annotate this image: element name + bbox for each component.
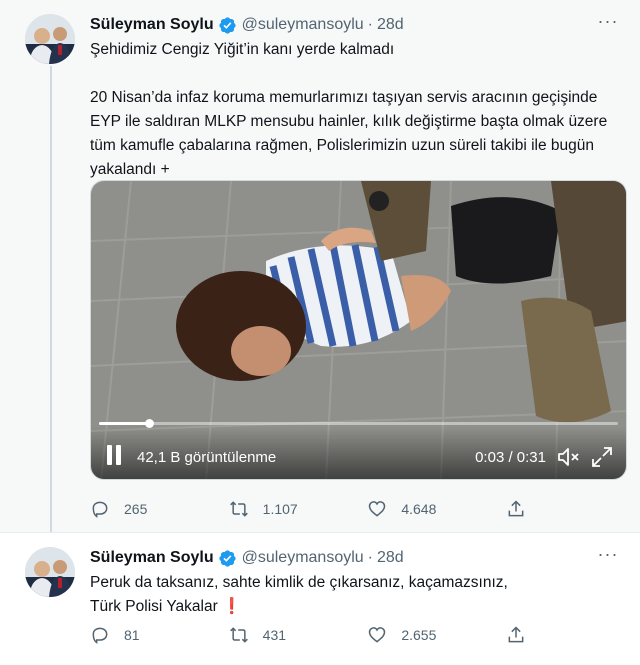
separator: · — [367, 549, 373, 566]
tweet-text-line: Türk Polisi Yakalar ❗ — [90, 598, 242, 615]
tweet-text: Peruk da taksanız, sahte kimlik de çıkar… — [90, 571, 620, 619]
like-icon — [369, 627, 386, 643]
separator: · — [367, 16, 373, 33]
video-timer: 0:03 / 0:31 — [475, 449, 546, 466]
reply-count: 81 — [124, 627, 140, 643]
timestamp[interactable]: 28d — [377, 549, 404, 567]
share-icon — [508, 500, 524, 517]
retweet-icon — [229, 627, 248, 643]
verified-badge-icon — [218, 16, 237, 35]
author-name[interactable]: Süleyman Soylu — [90, 549, 214, 567]
like-button[interactable]: 4.648 — [367, 497, 506, 521]
tweet-header: Süleyman Soylu @suleymansoylu · 28d — [90, 14, 404, 36]
tweet-header: Süleyman Soylu @suleymansoylu · 28d — [90, 547, 404, 569]
tweet-text-line: 20 Nisan’da infaz koruma memurlarımızı t… — [90, 89, 598, 106]
fullscreen-icon[interactable] — [590, 445, 614, 469]
share-button[interactable] — [506, 497, 540, 521]
avatar[interactable] — [25, 547, 75, 597]
author-handle[interactable]: @suleymansoylu — [242, 16, 364, 34]
reply-button[interactable]: 265 — [90, 497, 229, 521]
reply-count: 265 — [124, 501, 148, 517]
pause-icon[interactable] — [105, 445, 125, 467]
more-icon[interactable]: ··· — [596, 12, 620, 36]
reply-button[interactable]: 81 — [90, 623, 229, 647]
tweet-text-line: Peruk da taksanız, sahte kimlik de çıkar… — [90, 574, 508, 591]
share-button[interactable] — [506, 623, 540, 647]
tweet-actions: 81 431 2.655 — [90, 623, 540, 647]
retweet-button[interactable]: 1.107 — [229, 497, 368, 521]
retweet-icon — [229, 501, 248, 517]
tweet-text-line: yakalandı + — [90, 161, 170, 178]
like-button[interactable]: 2.655 — [367, 623, 506, 647]
thread-connector-line — [50, 66, 52, 542]
video-progress-bar[interactable] — [99, 419, 618, 428]
tweet-2[interactable]: Süleyman Soylu @suleymansoylu · 28d ··· … — [0, 532, 640, 665]
tweet-1[interactable]: Süleyman Soylu @suleymansoylu · 28d ··· … — [0, 0, 640, 542]
tweet-text-line: tüm kamufle çabalarına rağmen, Polisleri… — [90, 137, 594, 154]
retweet-count: 1.107 — [262, 501, 298, 517]
author-name[interactable]: Süleyman Soylu — [90, 16, 214, 34]
like-count: 4.648 — [401, 501, 437, 517]
share-icon — [508, 626, 524, 643]
reply-icon — [92, 501, 108, 518]
reply-icon — [92, 627, 108, 644]
timestamp[interactable]: 28d — [377, 16, 404, 34]
volume-muted-icon[interactable] — [556, 445, 582, 469]
retweet-button[interactable]: 431 — [229, 623, 368, 647]
verified-badge-icon — [218, 549, 237, 568]
author-handle[interactable]: @suleymansoylu — [242, 549, 364, 567]
retweet-count: 431 — [262, 627, 287, 643]
more-icon[interactable]: ··· — [596, 545, 620, 569]
like-count: 2.655 — [401, 627, 437, 643]
tweet-actions: 265 1.107 4.648 — [90, 497, 540, 521]
tweet-text: Şehidimiz Cengiz Yiğit’in kanı yerde kal… — [90, 38, 620, 182]
tweet-text-line: Şehidimiz Cengiz Yiğit’in kanı yerde kal… — [90, 41, 395, 58]
tweet-text-line: EYP ile saldıran MLKP mensubu hainler, k… — [90, 113, 608, 130]
video-view-count: 42,1 B görüntülenme — [137, 449, 277, 466]
video-progress-fill — [99, 422, 150, 425]
like-icon — [369, 501, 386, 517]
avatar[interactable] — [25, 14, 75, 64]
video-player[interactable]: 42,1 B görüntülenme 0:03 / 0:31 — [90, 180, 627, 480]
